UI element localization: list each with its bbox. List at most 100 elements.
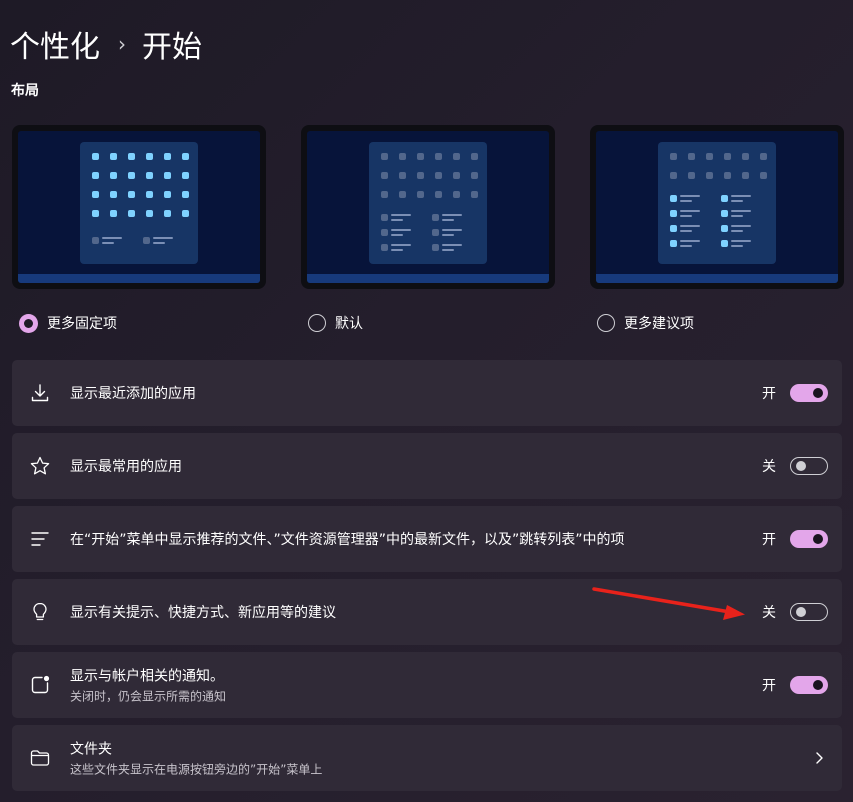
preview-tile [721, 210, 728, 217]
preview-text-line [680, 230, 692, 232]
preview-text-line [680, 225, 700, 227]
layout-preview-more-pins[interactable] [12, 125, 266, 289]
preview-text-line [442, 249, 454, 251]
setting-title: 文件夹 [70, 741, 112, 758]
preview-tile [164, 210, 171, 217]
preview-tile [110, 153, 117, 160]
preview-tile [399, 191, 406, 198]
preview-tile [381, 244, 388, 251]
preview-text-line [731, 195, 751, 197]
preview-text-line [391, 214, 411, 216]
toggle-switch[interactable] [790, 457, 828, 475]
preview-tile [164, 172, 171, 179]
radio-label: 默认 [335, 316, 363, 332]
preview-tile [721, 240, 728, 247]
toggle-state-text: 开 [762, 678, 776, 694]
setting-recently-added-apps: 显示最近添加的应用 开 [12, 360, 842, 426]
preview-tile [742, 172, 749, 179]
preview-tile [688, 153, 695, 160]
notification-icon [31, 675, 50, 694]
preview-tile [721, 195, 728, 202]
preview-tile [721, 225, 728, 232]
setting-label: 文件夹 这些文件夹显示在电源按钮旁边的”开始”菜单上 [70, 739, 322, 778]
preview-tile [453, 172, 460, 179]
breadcrumb: 个性化 › 开始 [10, 22, 202, 66]
preview-tile [760, 153, 767, 160]
radio-option-more-recommendations[interactable]: 更多建议项 [597, 313, 694, 333]
preview-tile [417, 153, 424, 160]
preview-tile [435, 172, 442, 179]
setting-description: 关闭时，仍会显示所需的通知 [70, 689, 227, 704]
preview-tile [381, 229, 388, 236]
setting-label: 显示最常用的应用 [70, 459, 182, 475]
setting-folders[interactable]: 文件夹 这些文件夹显示在电源按钮旁边的”开始”菜单上 [12, 725, 842, 791]
setting-label: 在“开始”菜单中显示推荐的文件、”文件资源管理器”中的最新文件，以及”跳转列表”… [70, 532, 625, 548]
page-title: 开始 [142, 30, 202, 65]
preview-text-line [680, 210, 700, 212]
preview-tile [110, 172, 117, 179]
preview-screen [596, 131, 838, 283]
preview-text-line [391, 219, 403, 221]
layout-preview-more-recommendations[interactable] [590, 125, 844, 289]
preview-text-line [153, 242, 165, 244]
preview-tile [435, 153, 442, 160]
preview-tile [706, 172, 713, 179]
layout-preview-default[interactable] [301, 125, 555, 289]
preview-tile [399, 172, 406, 179]
preview-tile [146, 210, 153, 217]
preview-tile [399, 153, 406, 160]
preview-text-line [731, 225, 751, 227]
preview-tile [724, 153, 731, 160]
preview-text-line [680, 215, 692, 217]
toggle-switch[interactable] [790, 530, 828, 548]
preview-text-line [680, 195, 700, 197]
preview-text-line [731, 240, 751, 242]
toggle-knob [813, 388, 823, 398]
preview-tile [128, 191, 135, 198]
setting-description: 这些文件夹显示在电源按钮旁边的”开始”菜单上 [70, 762, 323, 777]
preview-tile [92, 237, 99, 244]
layout-section-title: 布局 [11, 83, 39, 99]
toggle-knob [813, 534, 823, 544]
preview-text-line [442, 229, 462, 231]
preview-text-line [102, 237, 122, 239]
preview-text-line [442, 234, 454, 236]
annotation-arrow-icon [592, 587, 745, 620]
toggle-knob [796, 461, 806, 471]
preview-text-line [442, 214, 462, 216]
star-icon [30, 456, 50, 475]
chevron-right-icon[interactable] [814, 751, 824, 765]
preview-screen [18, 131, 260, 283]
preview-tile [432, 214, 439, 221]
toggle-switch[interactable] [790, 384, 828, 402]
radio-button-selected[interactable] [19, 313, 38, 333]
setting-title: 显示与帐户相关的通知。 [70, 668, 224, 685]
preview-tile [453, 153, 460, 160]
preview-text-line [731, 215, 743, 217]
radio-option-default[interactable]: 默认 [308, 313, 363, 333]
toggle-state-text: 关 [762, 459, 776, 475]
preview-tile [128, 210, 135, 217]
preview-text-line [731, 245, 743, 247]
radio-button[interactable] [597, 314, 615, 332]
toggle-knob [813, 680, 823, 690]
radio-button[interactable] [308, 314, 326, 332]
preview-tile [164, 153, 171, 160]
start-menu-preview [80, 142, 198, 264]
preview-tile [143, 237, 150, 244]
taskbar-preview [18, 274, 260, 283]
setting-recommended-files: 在“开始”菜单中显示推荐的文件、”文件资源管理器”中的最新文件，以及”跳转列表”… [12, 506, 842, 572]
radio-label: 更多固定项 [47, 316, 117, 332]
toggle-switch[interactable] [790, 603, 828, 621]
preview-tile [381, 191, 388, 198]
toggle-switch[interactable] [790, 676, 828, 694]
preview-tile [760, 172, 767, 179]
breadcrumb-parent[interactable]: 个性化 [10, 22, 100, 66]
preview-text-line [442, 219, 454, 221]
radio-option-more-pins[interactable]: 更多固定项 [19, 313, 117, 333]
preview-text-line [442, 244, 462, 246]
preview-tile [182, 191, 189, 198]
folder-icon [30, 750, 50, 766]
preview-tile [670, 225, 677, 232]
preview-tile [381, 214, 388, 221]
